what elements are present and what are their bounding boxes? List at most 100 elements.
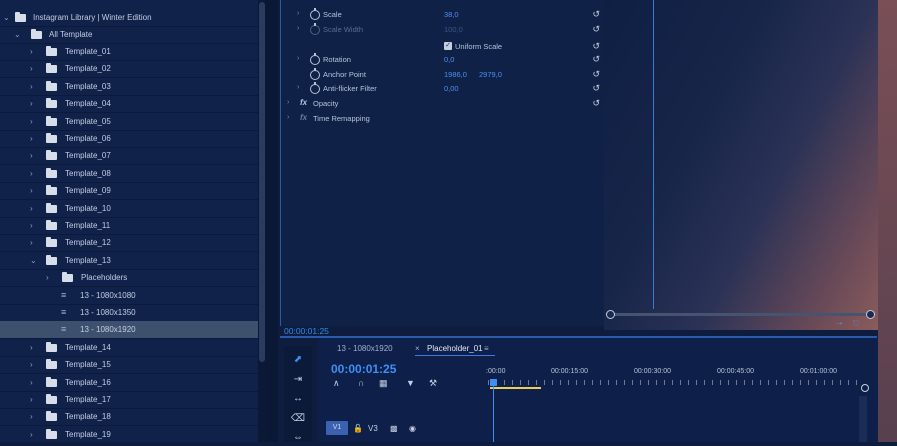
ripple-edit-tool-icon[interactable]: ↔ — [289, 391, 307, 407]
stopwatch-icon[interactable] — [310, 8, 320, 20]
antiflicker-value[interactable]: 0,00 — [444, 84, 459, 93]
chevron-right-icon[interactable]: › — [46, 273, 49, 282]
bin-folder-item[interactable]: › Template_02 — [0, 60, 258, 78]
chevron-right-icon[interactable]: › — [30, 395, 33, 404]
chevron-right-icon[interactable]: › — [297, 55, 299, 62]
anchor-y-value[interactable]: 2979,0 — [479, 70, 502, 79]
chevron-right-icon[interactable]: › — [30, 47, 33, 56]
panel-divider[interactable] — [266, 0, 278, 442]
track-select-tool-icon[interactable]: ⇥ — [289, 372, 307, 388]
add-marker-icon[interactable]: ▼ — [406, 378, 415, 388]
effect-controls-timecode[interactable]: 00:00:01:25 — [284, 326, 329, 336]
close-icon[interactable]: × — [415, 344, 420, 353]
time-ruler[interactable] — [488, 380, 860, 385]
bin-folder-item[interactable]: › Template_01 — [0, 43, 258, 61]
chevron-right-icon[interactable]: › — [30, 238, 33, 247]
chevron-right-icon[interactable]: › — [30, 378, 33, 387]
opacity-row[interactable]: › fx Opacity ↺ — [281, 97, 605, 111]
stopwatch-icon[interactable] — [310, 23, 320, 35]
chevron-right-icon[interactable]: › — [30, 134, 33, 143]
reset-icon[interactable]: ↺ — [592, 9, 600, 20]
chevron-right-icon[interactable]: › — [30, 186, 33, 195]
stopwatch-icon[interactable] — [310, 68, 320, 80]
scrub-end-handle[interactable] — [866, 310, 875, 319]
bin-folder-item[interactable]: › Template_16 — [0, 374, 258, 392]
bin-folder-item[interactable]: › Placeholders — [0, 269, 258, 287]
chevron-right-icon[interactable]: › — [30, 169, 33, 178]
uniform-scale-checkbox[interactable]: ✓ — [444, 42, 452, 50]
reset-icon[interactable]: ↺ — [592, 54, 600, 65]
chevron-right-icon[interactable]: › — [30, 117, 33, 126]
sequence-item[interactable]: ≡ 13 - 1080x1350 — [0, 304, 258, 322]
chevron-right-icon[interactable]: › — [30, 64, 33, 73]
reset-icon[interactable]: ↺ — [592, 24, 600, 35]
scrub-start-handle[interactable] — [606, 310, 615, 319]
work-area-bar[interactable] — [490, 387, 541, 389]
bin-folder-item[interactable]: › Template_03 — [0, 78, 258, 96]
bin-folder-item[interactable]: › Template_06 — [0, 130, 258, 148]
eye-icon[interactable]: ◉ — [409, 424, 416, 433]
reset-icon[interactable]: ↺ — [592, 41, 600, 52]
chevron-right-icon[interactable]: › — [287, 114, 289, 121]
stopwatch-icon[interactable] — [310, 53, 320, 65]
razor-tool-icon[interactable]: ⌫ — [289, 411, 307, 427]
lock-icon[interactable]: 🔓 — [353, 424, 363, 433]
chevron-down-icon[interactable]: ⌄ — [30, 256, 37, 265]
reset-icon[interactable]: ↺ — [592, 69, 600, 80]
chevron-right-icon[interactable]: › — [297, 84, 299, 91]
wrench-icon[interactable]: ⚒ — [429, 378, 437, 389]
tab-sequence[interactable]: 13 - 1080x1920 — [337, 344, 393, 353]
project-scrollbar[interactable] — [258, 0, 266, 442]
monitor-scrub-bar[interactable] — [609, 313, 874, 316]
chevron-right-icon[interactable]: › — [30, 221, 33, 230]
insert-icon[interactable]: ⇢ — [836, 319, 843, 328]
sequence-item[interactable]: ≡ 13 - 1080x1080 — [0, 287, 258, 305]
bin-folder-item[interactable]: › Template_10 — [0, 200, 258, 218]
chevron-down-icon[interactable]: ⌄ — [14, 30, 21, 39]
bin-folder-item[interactable]: › Template_14 — [0, 339, 258, 357]
panel-menu-icon[interactable]: ≡ — [484, 344, 489, 353]
bin-folder-item[interactable]: › Template_18 — [0, 408, 258, 426]
bin-folder-item[interactable]: › Template_08 — [0, 165, 258, 183]
nest-icon[interactable]: ∧ — [333, 378, 340, 389]
reset-icon[interactable]: ↺ — [592, 83, 600, 94]
chevron-right-icon[interactable]: › — [30, 360, 33, 369]
bin-folder-item[interactable]: › Template_11 — [0, 217, 258, 235]
chevron-right-icon[interactable]: › — [30, 204, 33, 213]
tab-placeholder[interactable]: Placeholder_01 — [427, 344, 483, 353]
chevron-right-icon[interactable]: › — [30, 430, 33, 439]
playhead-handle[interactable] — [490, 379, 497, 386]
selection-tool-icon[interactable]: ⬈ — [289, 352, 307, 368]
zoom-handle[interactable] — [861, 384, 869, 392]
timeline-scrollbar[interactable] — [859, 396, 867, 442]
fx-icon[interactable]: fx — [300, 98, 307, 107]
bin-folder-item[interactable]: › Template_17 — [0, 391, 258, 409]
timeline-timecode[interactable]: 00:00:01:25 — [331, 362, 396, 376]
chevron-right-icon[interactable]: › — [30, 343, 33, 352]
chevron-right-icon[interactable]: › — [287, 99, 289, 106]
snap-icon[interactable]: ∩ — [358, 378, 364, 388]
bin-folder-item[interactable]: › Template_15 — [0, 356, 258, 374]
sequence-item[interactable]: ≡ 13 - 1080x1920 — [0, 321, 258, 339]
chevron-right-icon[interactable]: › — [30, 412, 33, 421]
chevron-right-icon[interactable]: › — [30, 151, 33, 160]
scale-value[interactable]: 38,0 — [444, 10, 459, 19]
chevron-right-icon[interactable]: › — [30, 82, 33, 91]
bin-folder-item[interactable]: › Template_07 — [0, 147, 258, 165]
rotation-value[interactable]: 0,0 — [444, 55, 454, 64]
bin-folder-item[interactable]: › Template_04 — [0, 95, 258, 113]
linked-selection-icon[interactable]: ▦ — [379, 378, 388, 389]
scrollbar-thumb[interactable] — [259, 2, 265, 362]
sync-lock-icon[interactable]: ▩ — [390, 424, 398, 433]
export-frame-icon[interactable]: ⎋ — [853, 319, 859, 329]
chevron-right-icon[interactable]: › — [297, 10, 299, 17]
bin-folder-item[interactable]: › Template_19 — [0, 426, 258, 442]
bin-folder-item[interactable]: › Template_12 — [0, 234, 258, 252]
stopwatch-icon[interactable] — [310, 82, 320, 94]
track-source-v1[interactable]: V1 — [326, 421, 348, 435]
bin-folder-item[interactable]: › Template_09 — [0, 182, 258, 200]
anchor-x-value[interactable]: 1986,0 — [444, 70, 467, 79]
bin-folder-item[interactable]: › Template_05 — [0, 113, 258, 131]
bin-folder-item[interactable]: ⌄ Template_13 — [0, 252, 258, 270]
chevron-down-icon[interactable]: ⌄ — [3, 13, 10, 22]
